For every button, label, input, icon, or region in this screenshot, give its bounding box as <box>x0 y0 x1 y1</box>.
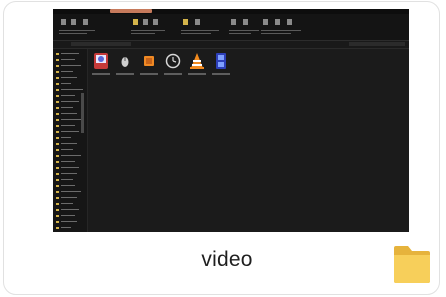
thumbnail-file <box>211 52 231 82</box>
thumbnail-address-bar <box>53 41 409 49</box>
folder-card[interactable]: video <box>3 1 440 295</box>
thumbnail-tab <box>110 9 152 13</box>
thumbnail-file <box>139 52 159 82</box>
folder-icon <box>394 246 430 283</box>
thumbnail-nav-pane <box>53 49 88 232</box>
folder-thumbnail <box>53 9 409 232</box>
orange-app-icon <box>144 56 154 66</box>
ribbon-group <box>59 16 99 36</box>
thumbnail-file <box>91 52 111 82</box>
ribbon-group <box>229 16 265 36</box>
film-icon <box>216 53 226 69</box>
ribbon-group <box>181 16 223 36</box>
clock-app-icon <box>165 53 181 69</box>
ribbon-group <box>131 16 171 36</box>
folder-name[interactable]: video <box>4 248 446 272</box>
thumbnail-ribbon <box>53 14 409 41</box>
thumbnail-file <box>163 52 183 82</box>
vlc-icon <box>190 53 204 69</box>
mouse-icon <box>121 57 129 67</box>
media-app-icon <box>94 53 108 69</box>
ribbon-group <box>261 16 305 36</box>
thumbnail-file <box>187 52 207 82</box>
thumbnail-file <box>115 52 135 82</box>
